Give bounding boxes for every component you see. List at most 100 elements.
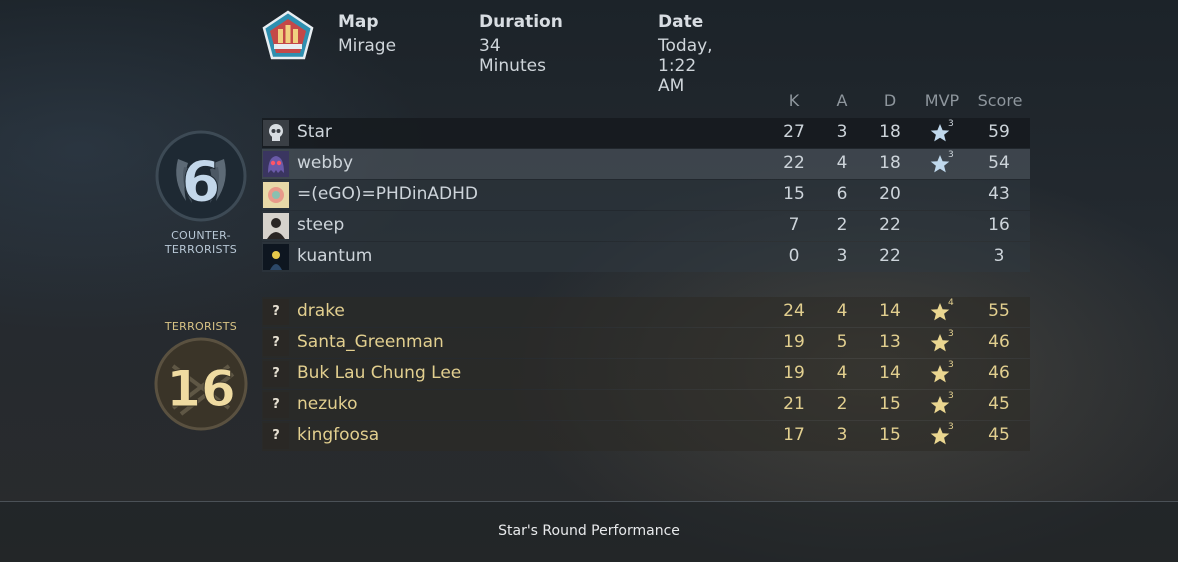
mvp-star-icon [930,155,950,173]
mvp-star-icon [930,124,950,142]
mvp-star-icon [930,427,950,445]
player-kills: 22 [783,153,805,173]
map-info: Map Mirage [338,12,396,56]
player-score: 45 [988,425,1010,445]
table-row[interactable]: =(eGO)=PHDinADHD 15 6 20 43 [262,180,1030,210]
player-assists: 4 [836,301,848,321]
ghost-avatar-icon [263,151,289,177]
player-deaths: 14 [879,301,901,321]
player-deaths: 15 [879,425,901,445]
mvp-badge: 3 [930,150,958,176]
player-score: 54 [988,153,1010,173]
player-name[interactable]: kuantum [297,246,372,266]
player-kills: 19 [783,332,805,352]
player-name[interactable]: Buk Lau Chung Lee [297,363,461,383]
mvp-badge: 3 [930,391,958,417]
player-assists: 2 [836,394,848,414]
date-label: Date [658,12,704,32]
player-kills: 19 [783,363,805,383]
player-kills: 24 [783,301,805,321]
mvp-star-icon [930,303,950,321]
mvp-count: 3 [948,119,954,129]
player-deaths: 18 [879,153,901,173]
map-label: Map [338,12,379,32]
col-assists: A [836,91,848,110]
table-row[interactable]: kuantum 0 3 22 3 [262,242,1030,272]
skull-avatar-icon [263,120,289,146]
player-name[interactable]: drake [297,301,345,321]
t-team-name: TERRORISTS [164,320,238,333]
ct-scoreboard: Star 27 3 18 3 59 webby 22 4 18 3 54 =(e [262,118,1030,273]
ct-team-name: COUNTER- TERRORISTS [150,229,252,257]
player-name[interactable]: =(eGO)=PHDinADHD [297,184,478,204]
mvp-count: 3 [948,150,954,160]
mvp-badge: 3 [930,422,958,448]
mvp-count: 3 [948,360,954,370]
table-row[interactable]: ? Santa_Greenman 19 5 13 3 46 [262,328,1030,358]
player-assists: 2 [836,215,848,235]
t-score-badge: 16 [154,337,248,431]
col-score: Score [977,91,1023,110]
round-performance-link[interactable]: Star's Round Performance [0,523,1178,539]
player-name[interactable]: nezuko [297,394,358,414]
player-kills: 21 [783,394,805,414]
player-name[interactable]: kingfoosa [297,425,379,445]
mvp-badge: 4 [930,298,958,324]
player-name[interactable]: steep [297,215,344,235]
t-scoreboard: ? drake 24 4 14 4 55 ? Santa_Greenman 19… [262,297,1030,452]
table-row[interactable]: ? kingfoosa 17 3 15 3 45 [262,421,1030,451]
duration-value: 34 Minutes [479,36,546,76]
player-assists: 3 [836,122,848,142]
pattern-avatar-icon [263,182,289,208]
player-deaths: 15 [879,394,901,414]
duration-info: Duration 34 Minutes [479,12,563,76]
mvp-star-icon [930,334,950,352]
unknown-avatar-icon: ? [263,361,289,387]
unknown-avatar-icon: ? [263,330,289,356]
mvp-star-icon [930,396,950,414]
mvp-badge: 3 [930,119,958,145]
table-row[interactable]: steep 7 2 22 16 [262,211,1030,241]
mvp-count: 3 [948,329,954,339]
mvp-count: 4 [948,298,954,308]
player-score: 55 [988,301,1010,321]
player-score: 45 [988,394,1010,414]
mvp-badge: 3 [930,329,958,355]
t-score: 16 [166,360,236,418]
player-kills: 7 [788,215,800,235]
ct-name-line1: COUNTER- [171,229,231,242]
player-score: 16 [988,215,1010,235]
glow-avatar-icon [263,244,289,270]
duration-label: Duration [479,12,563,32]
table-row[interactable]: ? drake 24 4 14 4 55 [262,297,1030,327]
player-name[interactable]: Santa_Greenman [297,332,444,352]
col-deaths: D [883,91,897,110]
mvp-count: 3 [948,391,954,401]
ct-score-badge: 6 [155,130,247,222]
player-kills: 27 [783,122,805,142]
player-deaths: 13 [879,332,901,352]
player-name[interactable]: webby [297,153,353,173]
player-deaths: 20 [879,184,901,204]
player-assists: 6 [836,184,848,204]
player-deaths: 22 [879,246,901,266]
player-score: 59 [988,122,1010,142]
mvp-star-icon [930,365,950,383]
table-row[interactable]: ? nezuko 21 2 15 3 45 [262,390,1030,420]
player-kills: 17 [783,425,805,445]
map-value: Mirage [338,36,397,56]
player-deaths: 14 [879,363,901,383]
table-row[interactable]: webby 22 4 18 3 54 [262,149,1030,179]
mvp-badge: 3 [930,360,958,386]
table-row[interactable]: Star 27 3 18 3 59 [262,118,1030,148]
player-kills: 0 [788,246,800,266]
ct-score: 6 [182,150,221,215]
player-assists: 4 [836,363,848,383]
player-assists: 5 [836,332,848,352]
player-assists: 4 [836,153,848,173]
player-assists: 3 [836,425,848,445]
player-name[interactable]: Star [297,122,332,142]
table-row[interactable]: ? Buk Lau Chung Lee 19 4 14 3 46 [262,359,1030,389]
date-value: Today, 1:22 AM [658,36,713,96]
mvp-count: 3 [948,422,954,432]
